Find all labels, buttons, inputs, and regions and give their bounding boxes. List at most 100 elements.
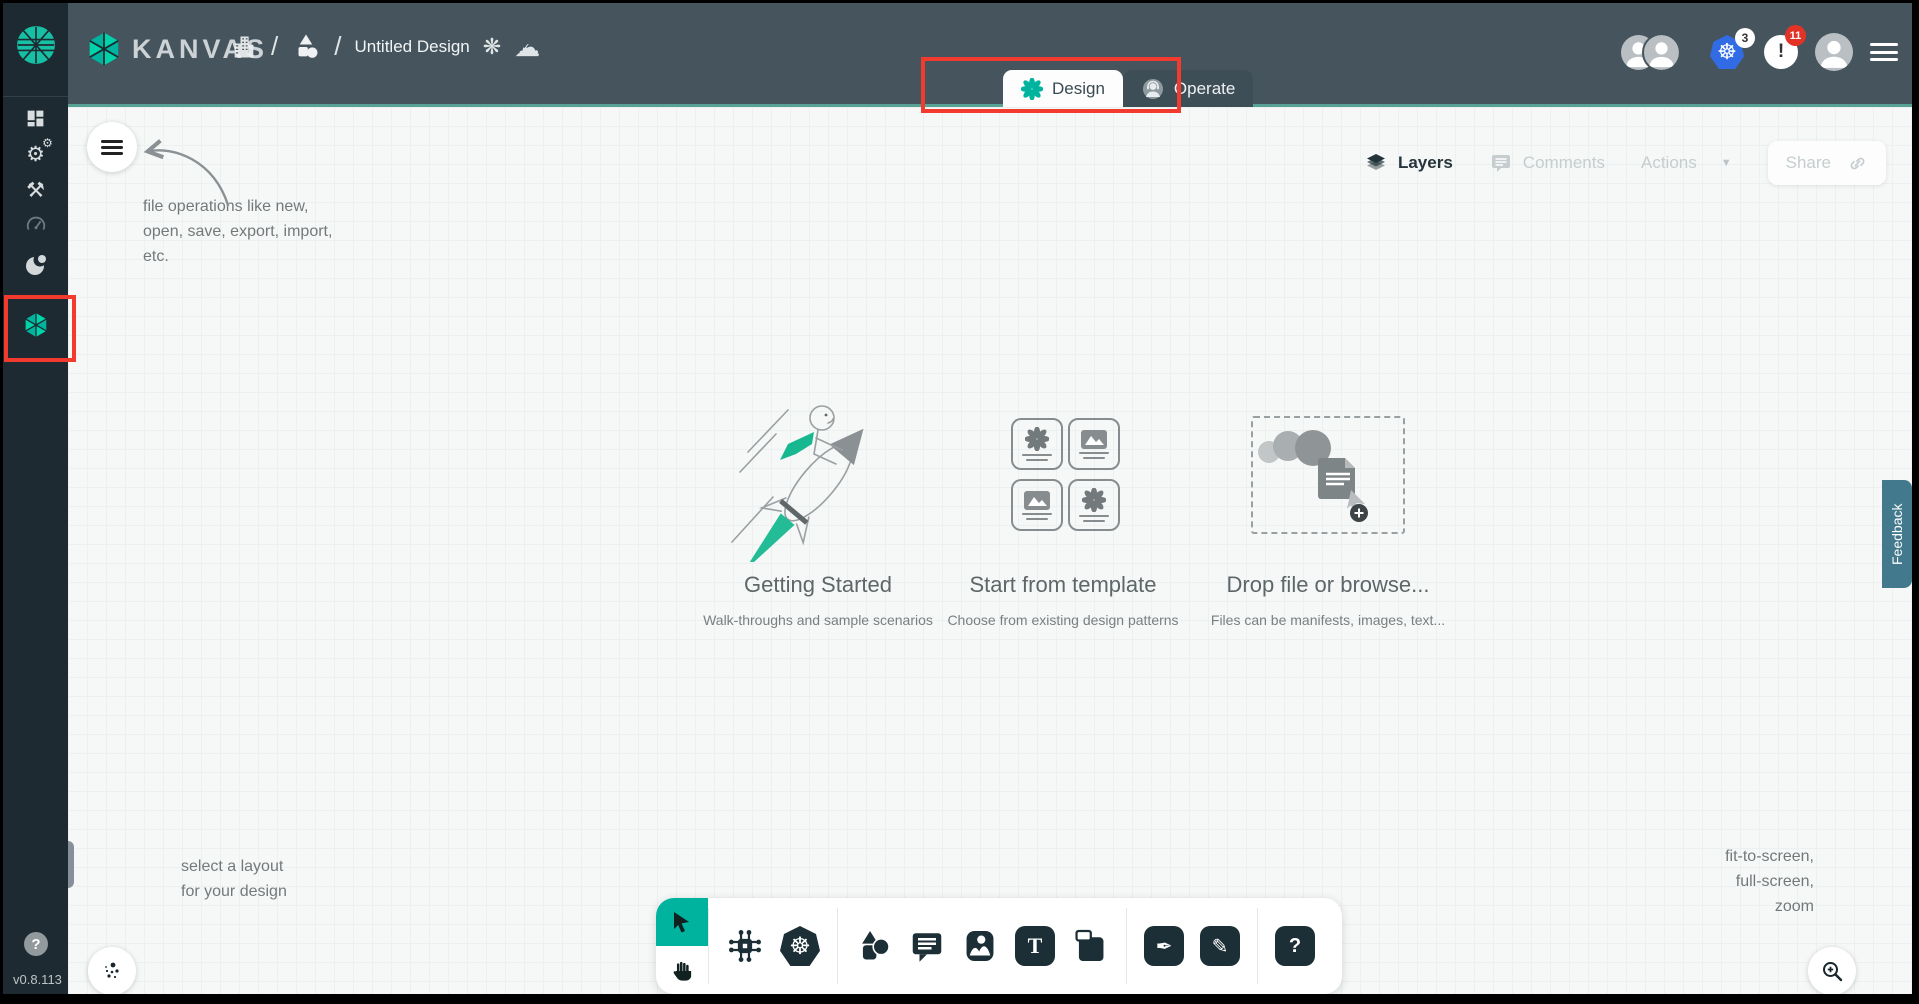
link-icon xyxy=(1847,153,1868,174)
text-icon: T xyxy=(1028,933,1043,959)
kanvas-hexagon-icon xyxy=(23,311,49,339)
exclamation-icon: ! xyxy=(1778,41,1784,63)
question-icon: ? xyxy=(1289,935,1301,958)
hamburger-icon xyxy=(101,140,123,155)
zoom-button[interactable] xyxy=(1808,947,1856,994)
caret-down-icon: ▼ xyxy=(1721,157,1732,169)
crossed-tools-icon: ⚒ xyxy=(26,178,45,203)
kubernetes-context-button[interactable]: ☸ 3 xyxy=(1710,35,1747,69)
canvas-controls: Layers Comments Actions ▼ Share xyxy=(1364,141,1886,185)
sidebar-item-extensions[interactable] xyxy=(3,246,68,284)
comments-label: Comments xyxy=(1523,153,1605,173)
zoom-in-icon xyxy=(1820,959,1844,983)
hand-icon xyxy=(671,959,694,982)
pen-icon: ✒ xyxy=(1156,934,1173,959)
kubernetes-badge: 3 xyxy=(1735,28,1755,48)
drop-zone[interactable] xyxy=(1251,416,1405,534)
extensions-icon xyxy=(24,253,48,277)
design-name[interactable]: Untitled Design xyxy=(354,37,469,57)
version-label: v0.8.113 xyxy=(13,972,62,987)
note-tool-icon xyxy=(1071,927,1109,965)
tool-sketch[interactable]: ✎ xyxy=(1200,926,1240,966)
feedback-label: Feedback xyxy=(1889,503,1905,564)
tab-design-label: Design xyxy=(1052,79,1105,99)
kanvas-logo-icon xyxy=(86,30,122,68)
pencil-icon: ✎ xyxy=(1212,934,1229,959)
tab-operate[interactable]: Operate xyxy=(1123,70,1253,107)
tool-note[interactable] xyxy=(1071,927,1109,965)
organization-icon[interactable] xyxy=(230,32,258,62)
header-menu-button[interactable] xyxy=(1870,43,1898,61)
sidebar-item-configuration[interactable]: ⚒ xyxy=(3,171,68,209)
annotation-layout: select a layout for your design xyxy=(181,855,287,905)
comments-button[interactable]: Comments xyxy=(1489,151,1605,175)
layout-button[interactable] xyxy=(88,947,136,994)
image-tool-icon xyxy=(961,927,999,965)
layers-label: Layers xyxy=(1398,153,1453,173)
template-tile-image xyxy=(1068,418,1120,470)
cloud-saved-icon[interactable]: ☁✓ xyxy=(514,34,540,60)
template-tile-image xyxy=(1011,479,1063,531)
top-header: KANVAS / / Untitled Design ❋ ☁✓ xyxy=(68,3,1912,107)
design-canvas[interactable]: file operations like new, open, save, ex… xyxy=(68,107,1912,994)
tool-pan[interactable] xyxy=(656,946,708,994)
operator-headset-icon xyxy=(1141,77,1165,101)
shapes-icon[interactable] xyxy=(291,32,321,62)
tool-text[interactable]: T xyxy=(1015,926,1055,966)
tab-design[interactable]: Design xyxy=(1003,70,1123,107)
share-label: Share xyxy=(1786,153,1831,173)
annotation-view-controls: fit-to-screen, full-screen, zoom xyxy=(1725,845,1814,919)
tool-pen[interactable]: ✒ xyxy=(1144,926,1184,966)
cursor-icon xyxy=(670,910,694,934)
header-right: ☸ 3 ! 11 xyxy=(1621,33,1898,71)
collaborator-avatars xyxy=(1621,35,1679,70)
design-spiral-icon xyxy=(1021,78,1043,100)
meshery-logo-icon[interactable] xyxy=(16,25,56,65)
file-menu-button[interactable] xyxy=(87,122,137,172)
tool-comment[interactable] xyxy=(909,928,945,964)
comment-icon xyxy=(1489,151,1513,175)
kanvas-app: ⚙⚙ ⚒ ? v0.8.113 › xyxy=(3,3,1912,994)
left-sidebar: ⚙⚙ ⚒ ? v0.8.113 xyxy=(3,3,68,994)
actions-dropdown[interactable]: Actions ▼ xyxy=(1641,153,1732,173)
annotation-file-operations: file operations like new, open, save, ex… xyxy=(143,195,332,269)
bottom-toolbar: ☸ xyxy=(656,898,1342,994)
layers-button[interactable]: Layers xyxy=(1364,151,1453,175)
feedback-tab[interactable]: Feedback xyxy=(1882,480,1912,588)
tab-operate-label: Operate xyxy=(1174,79,1235,99)
breadcrumb: / / Untitled Design ❋ ☁✓ xyxy=(230,31,540,62)
tool-image[interactable] xyxy=(961,927,999,965)
comment-tool-icon xyxy=(909,928,945,964)
user-avatar[interactable] xyxy=(1815,33,1853,71)
mode-toggle: Design Operate xyxy=(1003,70,1253,107)
dashboard-icon xyxy=(25,108,46,129)
sidebar-item-kanvas[interactable] xyxy=(3,306,68,344)
template-tile-design xyxy=(1011,418,1063,470)
sidebar-item-performance[interactable] xyxy=(3,206,68,244)
share-button[interactable]: Share xyxy=(1768,141,1886,185)
tool-shapes[interactable] xyxy=(855,927,893,965)
gears-icon: ⚙⚙ xyxy=(26,142,45,167)
card-title: Drop file or browse... xyxy=(1158,572,1498,598)
tool-help[interactable]: ? xyxy=(1275,926,1315,966)
card-drop-file[interactable]: Drop file or browse... Files can be mani… xyxy=(1158,387,1498,628)
mesh-sync-icon[interactable]: ❋ xyxy=(483,34,501,60)
speedometer-icon xyxy=(25,214,47,236)
avatar[interactable] xyxy=(1644,35,1679,70)
sidebar-item-dashboard[interactable] xyxy=(3,99,68,137)
tool-component[interactable] xyxy=(726,927,764,965)
shapes-tool-icon xyxy=(855,927,893,965)
breadcrumb-separator: / xyxy=(334,31,341,62)
tool-kubernetes[interactable]: ☸ xyxy=(780,926,820,966)
actions-label: Actions xyxy=(1641,153,1697,173)
layout-dots-icon xyxy=(100,959,124,983)
tool-select[interactable] xyxy=(656,898,708,946)
card-subtitle: Files can be manifests, images, text... xyxy=(1158,612,1498,628)
help-button[interactable]: ? xyxy=(24,932,48,956)
notifications-button[interactable]: ! 11 xyxy=(1764,35,1798,69)
template-tile-design xyxy=(1068,479,1120,531)
drop-zone-art xyxy=(1158,387,1498,562)
breadcrumb-separator: / xyxy=(271,31,278,62)
sidebar-item-lifecycle[interactable]: ⚙⚙ xyxy=(3,135,68,173)
layers-icon xyxy=(1364,151,1388,175)
